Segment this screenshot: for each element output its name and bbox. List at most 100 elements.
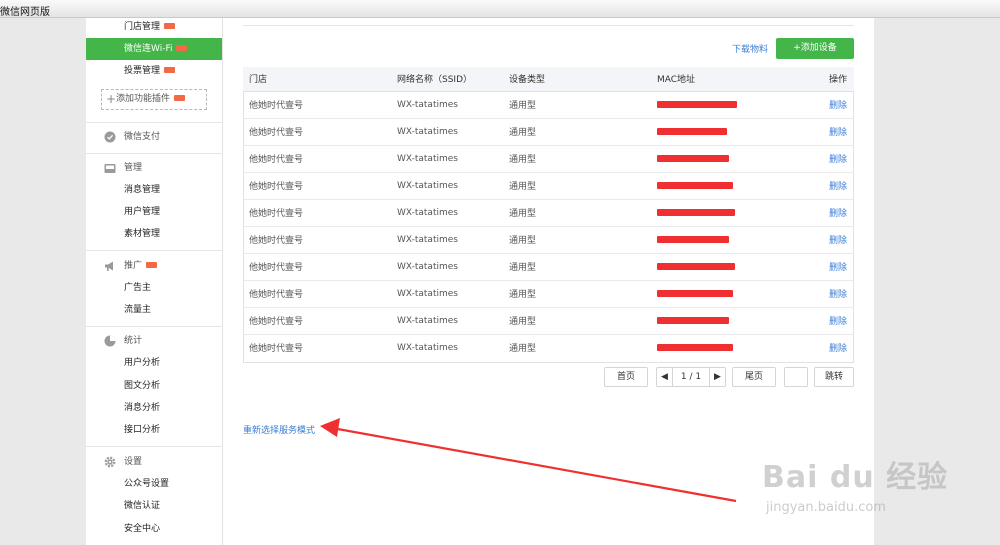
cell-actions: 删除 bbox=[771, 279, 854, 307]
add-plugin-label: 添加功能插件 bbox=[116, 94, 171, 104]
sidebar-item-wifi[interactable]: 微信连Wi-Fi bbox=[86, 38, 222, 60]
sidebar-item-label: 广告主 bbox=[124, 283, 152, 293]
cell-device-type: 通用型 bbox=[503, 333, 651, 361]
table-row: 他她时代壹号 WX-tatatimes 通用型 删除 bbox=[243, 225, 854, 253]
sidebar-item-account-settings[interactable]: 公众号设置 bbox=[86, 473, 222, 495]
last-page-button[interactable]: 尾页 bbox=[732, 367, 776, 387]
sidebar-item-materials[interactable]: 素材管理 bbox=[86, 223, 222, 245]
redaction-mark bbox=[657, 262, 735, 270]
delete-link[interactable]: 删除 bbox=[829, 155, 847, 165]
delete-link[interactable]: 删除 bbox=[829, 209, 847, 219]
sidebar-item-label: 投票管理 bbox=[124, 66, 161, 76]
redaction-mark bbox=[657, 235, 729, 243]
gear-icon bbox=[104, 456, 116, 468]
section-title: 推广 bbox=[124, 261, 143, 271]
sidebar-item-article-analysis[interactable]: 图文分析 bbox=[86, 375, 222, 397]
cell-ssid: WX-tatatimes bbox=[391, 306, 503, 334]
delete-link[interactable]: 删除 bbox=[829, 101, 847, 111]
cell-mac bbox=[651, 144, 771, 172]
sidebar-section-promote: 推广 bbox=[86, 253, 222, 279]
column-header-actions: 操作 bbox=[771, 67, 854, 92]
redaction-mark bbox=[657, 181, 733, 189]
first-page-button[interactable]: 首页 bbox=[604, 367, 648, 387]
redaction-mark bbox=[657, 343, 733, 351]
delete-link[interactable]: 删除 bbox=[829, 128, 847, 138]
megaphone-icon bbox=[105, 261, 113, 271]
delete-link[interactable]: 删除 bbox=[829, 317, 847, 327]
cell-actions: 删除 bbox=[771, 117, 854, 145]
sidebar-item-users[interactable]: 用户管理 bbox=[86, 201, 222, 223]
delete-link[interactable]: 删除 bbox=[829, 182, 847, 192]
delete-link[interactable]: 删除 bbox=[829, 344, 847, 354]
cell-ssid: WX-tatatimes bbox=[391, 144, 503, 172]
reselect-mode-link[interactable]: 重新选择服务模式 bbox=[243, 423, 315, 436]
divider bbox=[243, 25, 854, 26]
page-number: 1 / 1 bbox=[680, 372, 702, 382]
watermark-logo: Bai du 经验 bbox=[762, 460, 949, 495]
sidebar-item-advertiser[interactable]: 广告主 bbox=[86, 277, 222, 299]
section-title: 统计 bbox=[124, 336, 143, 346]
divider bbox=[86, 326, 222, 327]
pie-chart-icon bbox=[104, 335, 116, 347]
cell-device-type: 通用型 bbox=[503, 306, 651, 334]
sidebar-item-label: 流量主 bbox=[124, 305, 152, 315]
sidebar-item-message-analysis[interactable]: 消息分析 bbox=[86, 397, 222, 419]
new-badge bbox=[164, 66, 176, 73]
cell-mac bbox=[651, 225, 771, 253]
cell-actions: 删除 bbox=[771, 171, 854, 199]
sidebar-item-label: 素材管理 bbox=[124, 229, 161, 239]
download-materials-link[interactable]: 下载物料 bbox=[732, 42, 768, 55]
add-plugin-button[interactable]: + 添加功能插件 bbox=[101, 89, 207, 110]
page-indicator: ◀ 1 / 1 ▶ bbox=[656, 367, 726, 387]
sidebar-section-manage: 管理 bbox=[86, 155, 222, 181]
cell-store: 他她时代壹号 bbox=[243, 306, 391, 334]
add-device-button[interactable]: +添加设备 bbox=[776, 38, 854, 59]
cell-ssid: WX-tatatimes bbox=[391, 117, 503, 145]
table-row: 他她时代壹号 WX-tatatimes 通用型 删除 bbox=[243, 117, 854, 145]
cell-store: 他她时代壹号 bbox=[243, 279, 391, 307]
cell-store: 他她时代壹号 bbox=[243, 117, 391, 145]
next-page-icon[interactable]: ▶ bbox=[709, 368, 725, 386]
cell-actions: 删除 bbox=[771, 333, 854, 361]
delete-link[interactable]: 删除 bbox=[829, 290, 847, 300]
table-row: 他她时代壹号 WX-tatatimes 通用型 删除 bbox=[243, 306, 854, 334]
plus-icon: + bbox=[793, 43, 801, 53]
cell-device-type: 通用型 bbox=[503, 144, 651, 172]
column-header-mac: MAC地址 bbox=[651, 67, 771, 92]
new-badge bbox=[164, 22, 176, 29]
cell-ssid: WX-tatatimes bbox=[391, 198, 503, 226]
cell-ssid: WX-tatatimes bbox=[391, 252, 503, 280]
cell-store: 他她时代壹号 bbox=[243, 144, 391, 172]
sidebar-item-verification[interactable]: 微信认证 bbox=[86, 495, 222, 517]
column-header-ssid: 网络名称（SSID） bbox=[391, 67, 503, 92]
delete-link[interactable]: 删除 bbox=[829, 236, 847, 246]
cell-device-type: 通用型 bbox=[503, 225, 651, 253]
redaction-mark bbox=[657, 289, 733, 297]
sidebar-item-store[interactable]: 门店管理 bbox=[86, 16, 222, 38]
sidebar-section-pay[interactable]: 微信支付 bbox=[86, 124, 222, 150]
cell-ssid: WX-tatatimes bbox=[391, 171, 503, 199]
page-jump-input[interactable] bbox=[784, 367, 808, 387]
divider bbox=[86, 446, 222, 447]
cell-actions: 删除 bbox=[771, 144, 854, 172]
sidebar-item-publisher[interactable]: 流量主 bbox=[86, 299, 222, 321]
sidebar-item-messages[interactable]: 消息管理 bbox=[86, 179, 222, 201]
sidebar-item-vote[interactable]: 投票管理 bbox=[86, 60, 222, 82]
new-badge bbox=[174, 94, 186, 101]
cell-store: 他她时代壹号 bbox=[243, 333, 391, 361]
sidebar-item-user-analysis[interactable]: 用户分析 bbox=[86, 352, 222, 374]
watermark-url: jingyan.baidu.com bbox=[766, 500, 886, 515]
prev-page-icon[interactable]: ◀ bbox=[657, 368, 673, 386]
sidebar-item-api-analysis[interactable]: 接口分析 bbox=[86, 419, 222, 441]
cell-device-type: 通用型 bbox=[503, 279, 651, 307]
sidebar-item-security[interactable]: 安全中心 bbox=[86, 518, 222, 540]
table-row: 他她时代壹号 WX-tatatimes 通用型 删除 bbox=[243, 279, 854, 307]
jump-button[interactable]: 跳转 bbox=[814, 367, 854, 387]
delete-link[interactable]: 删除 bbox=[829, 263, 847, 273]
cell-mac bbox=[651, 90, 771, 118]
sidebar-item-label: 用户管理 bbox=[124, 207, 161, 217]
cell-device-type: 通用型 bbox=[503, 171, 651, 199]
cell-store: 他她时代壹号 bbox=[243, 171, 391, 199]
cell-mac bbox=[651, 198, 771, 226]
divider bbox=[86, 250, 222, 251]
